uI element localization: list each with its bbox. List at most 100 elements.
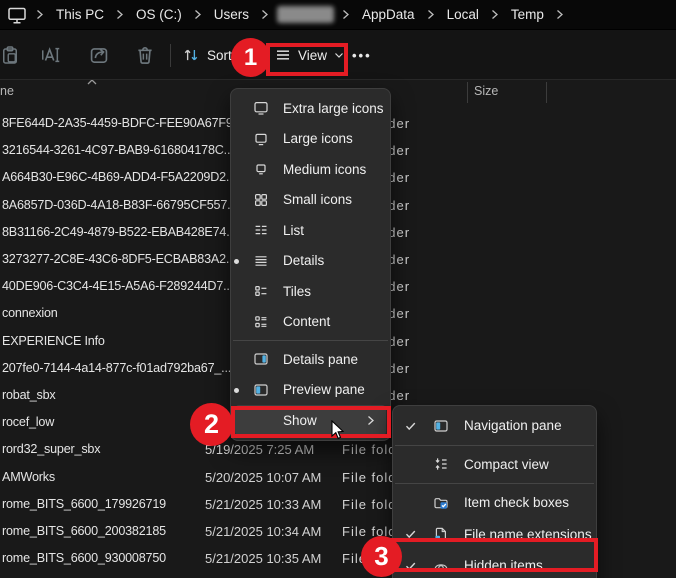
annotation-box-2: [231, 406, 391, 438]
breadcrumb-item[interactable]: OS (C:): [132, 5, 186, 24]
submenu-item-navigation-pane[interactable]: Navigation pane: [397, 410, 592, 442]
more-ellipsis-icon: •••: [352, 47, 372, 63]
annotation-badge-1: 1: [231, 38, 270, 77]
tiles-icon: [253, 283, 269, 299]
selected-bullet-icon: [234, 387, 239, 393]
column-divider[interactable]: [467, 82, 468, 103]
see-more-button[interactable]: •••: [352, 30, 372, 80]
sort-arrows-icon: [182, 46, 200, 64]
menu-item-label: Details pane: [283, 351, 359, 367]
large-icons-icon: [253, 131, 269, 147]
file-name: A664B30-E96C-4B69-ADD4-F5A2209D2...: [2, 170, 230, 185]
menu-item-medium-icons[interactable]: Medium icons: [235, 154, 386, 185]
menu-item-label: List: [283, 222, 305, 238]
selected-bullet-icon: [234, 258, 239, 264]
chevron-right-icon: [427, 9, 435, 20]
menu-item-label: Large icons: [283, 131, 353, 147]
chevron-right-icon: [261, 9, 269, 20]
annotation-box-3: [385, 538, 598, 572]
menu-item-content[interactable]: Content: [235, 307, 386, 338]
checkmark-icon: [405, 421, 419, 431]
submenu-item-label: Compact view: [464, 456, 549, 472]
breadcrumb: This PC OS (C:) Users AppData Local Temp: [0, 0, 676, 30]
menu-item-large-icons[interactable]: Large icons: [235, 124, 386, 155]
menu-item-details-pane[interactable]: Details pane: [235, 344, 386, 375]
view-menu-panes-group: Details pane Preview pane: [231, 344, 390, 405]
sort-button[interactable]: Sort: [182, 30, 232, 80]
breadcrumb-item[interactable]: Temp: [507, 5, 548, 24]
menu-item-label: Details: [283, 253, 325, 269]
paste-button[interactable]: [0, 30, 20, 80]
toolbar-divider: [170, 44, 171, 67]
delete-button[interactable]: [134, 30, 156, 80]
file-explorer-window: 8FE644D-2A35-4459-BDFC-FEE90A67F9...File…: [0, 0, 676, 578]
date-modified: 5/20/2025 10:07 AM: [205, 469, 322, 485]
file-name: AMWorks: [2, 469, 55, 484]
chevron-right-icon: [194, 9, 202, 20]
menu-item-label: Preview pane: [283, 382, 365, 398]
file-name: rome_BITS_6600_930008750: [2, 551, 166, 566]
menu-item-list[interactable]: List: [235, 215, 386, 246]
file-name: rord32_super_sbx: [2, 442, 101, 457]
menu-item-label: Small icons: [283, 192, 353, 208]
this-pc-computer-icon: [6, 5, 28, 25]
menu-item-preview-pane[interactable]: Preview pane: [234, 375, 386, 406]
menu-item-label: Medium icons: [283, 161, 367, 177]
extra-large-icons-icon: [253, 100, 269, 116]
content-icon: [253, 314, 269, 330]
menu-item-small-icons[interactable]: Small icons: [235, 185, 386, 216]
submenu-item-item-check-boxes[interactable]: Item check boxes: [397, 487, 592, 519]
file-name: rome_BITS_6600_179926719: [2, 496, 166, 511]
menu-item-label: Content: [283, 314, 331, 330]
chevron-right-icon: [116, 9, 124, 20]
date-modified: 5/21/2025 10:35 AM: [205, 551, 322, 567]
preview-pane-icon: [253, 382, 269, 398]
menu-item-label: Tiles: [283, 283, 312, 299]
chevron-right-icon: [491, 9, 499, 20]
list-icon: [253, 222, 269, 238]
rename-button[interactable]: [40, 30, 62, 80]
navigation-pane-icon: [433, 418, 449, 434]
redacted-username[interactable]: [277, 6, 335, 23]
submenu-item-label: Item check boxes: [464, 495, 570, 511]
mouse-cursor-icon: [331, 420, 349, 442]
breadcrumb-item[interactable]: Users: [210, 5, 253, 24]
details-icon: [253, 253, 269, 269]
file-name: 8B31166-2C49-4879-B522-EBAB428E74...: [2, 224, 230, 239]
menu-item-details[interactable]: Details: [234, 246, 386, 277]
annotation-box-1: [266, 43, 348, 76]
file-name: 3216544-3261-4C97-BAB9-616804178C...: [2, 143, 230, 158]
breadcrumb-item[interactable]: AppData: [358, 5, 419, 24]
view-menu-modes-group: Extra large icons Large icons Medium icons…: [231, 93, 390, 337]
file-name: 3273277-2C8E-43C6-8DF5-ECBAB83A2...: [2, 252, 230, 266]
file-name: robat_sbx: [2, 388, 56, 402]
file-name: EXPERIENCE Info: [2, 333, 105, 348]
small-icons-icon: [253, 192, 269, 208]
sort-button-label: Sort: [207, 47, 232, 63]
file-name: rome_BITS_6600_200382185: [2, 524, 166, 538]
annotation-badge-2: 2: [190, 403, 233, 446]
chevron-right-icon: [556, 9, 564, 20]
date-modified: 5/21/2025 10:34 AM: [205, 524, 322, 539]
date-modified: 5/21/2025 10:33 AM: [205, 496, 322, 512]
breadcrumb-item[interactable]: Local: [443, 5, 483, 24]
column-header-name[interactable]: ne: [0, 84, 14, 98]
file-name: 40DE906-C3C4-4E15-A5A6-F289244D7...: [2, 279, 230, 294]
details-pane-icon: [253, 351, 269, 367]
file-name: 8FE644D-2A35-4459-BDFC-FEE90A67F9...: [2, 116, 230, 130]
submenu-item-compact-view[interactable]: Compact view: [397, 449, 592, 481]
share-button[interactable]: [88, 30, 110, 80]
column-divider[interactable]: [546, 82, 547, 103]
file-name: 8A6857D-036D-4A18-B83F-66795CF557...: [2, 197, 230, 212]
submenu-item-label: Navigation pane: [464, 418, 562, 434]
menu-separator: [395, 483, 594, 484]
menu-separator: [395, 444, 594, 446]
compact-view-icon: [433, 456, 449, 472]
column-header-size[interactable]: Size: [474, 84, 498, 98]
file-name: 207fe0-7144-4a14-877c-f01ad792ba67_...: [2, 360, 230, 375]
breadcrumb-item[interactable]: This PC: [52, 5, 108, 24]
menu-item-extra-large-icons[interactable]: Extra large icons: [235, 93, 386, 124]
menu-item-tiles[interactable]: Tiles: [235, 276, 386, 307]
menu-item-label: Extra large icons: [283, 100, 384, 116]
annotation-badge-3: 3: [361, 536, 402, 577]
